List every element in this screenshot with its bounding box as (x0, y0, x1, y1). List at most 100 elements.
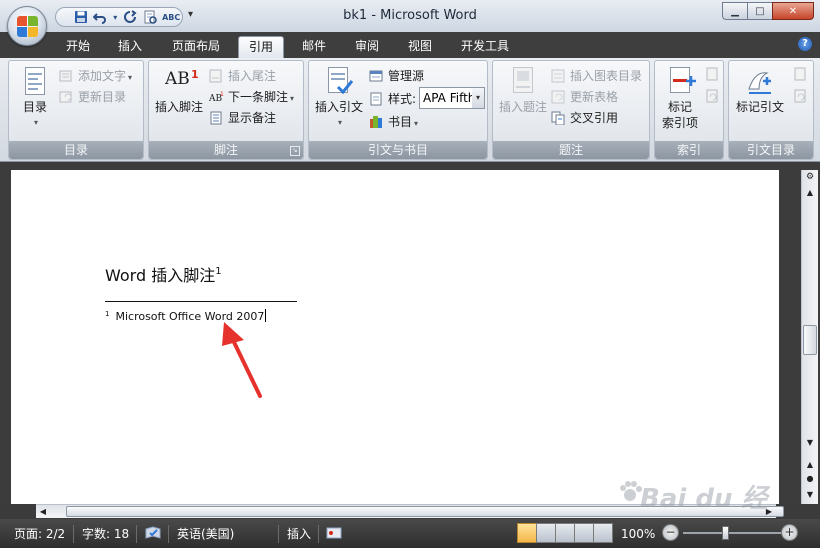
mark-entry-label-line2: 索引项 (661, 116, 698, 130)
toc-button[interactable]: 目录 ▾ (15, 65, 55, 131)
document-heading[interactable]: Word 插入脚注1 (105, 262, 222, 286)
scroll-left-icon[interactable]: ◀ (36, 505, 50, 519)
office-button[interactable] (7, 6, 47, 46)
proofing-book-icon (145, 526, 161, 539)
mark-entry-button[interactable]: 标记 索引项 (657, 65, 703, 131)
outline-view-button[interactable] (574, 523, 594, 543)
bibliography-button[interactable]: 书目 ▾ (369, 113, 418, 131)
authorities-small-tools (793, 67, 807, 127)
ruler-toggle-icon[interactable]: ⚙ (802, 170, 818, 184)
zoom-out-button[interactable]: − (662, 524, 679, 541)
cross-reference-label: 交叉引用 (570, 111, 619, 125)
window-title: bk1 - Microsoft Word (343, 8, 477, 23)
help-icon[interactable]: ? (798, 37, 812, 51)
next-footnote-label: 下一条脚注 (228, 90, 289, 104)
dialog-launcher-icon[interactable]: ↘ (290, 146, 300, 156)
tab-home[interactable]: 开始 (60, 36, 96, 58)
scroll-right-icon[interactable]: ▶ (762, 505, 776, 519)
insert-caption-label: 插入题注 (498, 100, 547, 114)
zoom-slider-track[interactable] (683, 532, 781, 534)
footnotes-group: AB 1 插入脚注 插入尾注 AB 1 下一条脚注 ▾ 显示备注 脚注 ↘ (148, 60, 304, 160)
vertical-scrollbar[interactable]: ⚙ ▲ ▼ ▲ ● ▼ (801, 170, 818, 504)
show-notes-label: 显示备注 (228, 111, 277, 125)
insert-endnote-button[interactable]: 插入尾注 (209, 67, 276, 85)
mark-citation-button[interactable]: 标记引文 (731, 65, 789, 115)
web-layout-view-button[interactable] (555, 523, 575, 543)
tab-references[interactable]: 引用 (238, 36, 284, 58)
proofing-icon[interactable] (144, 525, 162, 543)
ribbon: 目录 ▾ 添加文字 ▾ 更新目录 目录 AB 1 插入脚注 插入尾注 AB 1 下一… (0, 58, 820, 162)
tab-developer[interactable]: 开发工具 (454, 36, 516, 58)
scroll-up-icon[interactable]: ▲ (802, 186, 818, 200)
style-dropdown[interactable]: APA Fifth ▾ (419, 87, 485, 109)
heading-text: Word 插入脚注 (105, 266, 216, 285)
page-indicator[interactable]: 页面: 2/2 (14, 525, 65, 543)
insert-footnote-button[interactable]: AB 1 插入脚注 (151, 65, 207, 115)
insert-caption-icon (508, 65, 538, 97)
insert-mode-indicator[interactable]: 插入 (287, 525, 311, 543)
tab-mailings[interactable]: 邮件 (296, 36, 332, 58)
show-notes-button[interactable]: 显示备注 (209, 109, 276, 127)
full-screen-reading-view-button[interactable] (536, 523, 556, 543)
tab-review[interactable]: 审阅 (349, 36, 385, 58)
toc-group: 目录 ▾ 添加文字 ▾ 更新目录 目录 (8, 60, 144, 160)
language-indicator[interactable]: 英语(美国) (177, 525, 234, 543)
next-page-icon[interactable]: ▼ (802, 488, 818, 502)
vertical-scroll-thumb[interactable] (803, 325, 817, 355)
update-toc-button[interactable]: 更新目录 (59, 88, 126, 106)
update-table-button[interactable]: 更新表格 (551, 88, 618, 106)
chevron-down-icon: ▾ (337, 118, 342, 127)
manage-sources-label: 管理源 (388, 69, 425, 83)
show-notes-icon (210, 111, 222, 125)
footnote-separator (105, 301, 297, 302)
footnotes-group-label: 脚注 (149, 141, 303, 159)
style-label: 样式: (388, 92, 417, 106)
previous-page-icon[interactable]: ▲ (802, 458, 818, 472)
scroll-down-icon[interactable]: ▼ (802, 436, 818, 450)
mark-entry-label-line1: 标记 (667, 100, 692, 114)
mark-citation-icon (745, 65, 775, 97)
next-footnote-icon: AB1 (209, 91, 224, 104)
update-authorities-icon[interactable] (793, 89, 807, 103)
zoom-slider-thumb[interactable] (722, 526, 729, 540)
horizontal-scroll-thumb[interactable] (66, 506, 784, 517)
close-button[interactable]: ✕ (772, 2, 814, 20)
minimize-button[interactable]: ▁ (722, 2, 748, 20)
maximize-button[interactable]: □ (747, 2, 773, 20)
tab-insert[interactable]: 插入 (112, 36, 148, 58)
insert-table-of-figures-button[interactable]: 插入图表目录 (551, 67, 642, 85)
add-text-icon (59, 70, 72, 82)
insert-citation-button[interactable]: 插入引文 ▾ (311, 65, 367, 131)
manage-sources-button[interactable]: 管理源 (369, 67, 424, 85)
cross-reference-icon (551, 111, 565, 125)
tab-view[interactable]: 视图 (402, 36, 438, 58)
horizontal-scrollbar[interactable]: ◀ ▶ (36, 504, 784, 519)
bibliography-icon (370, 116, 382, 128)
footnote-reference-mark[interactable]: 1 (215, 266, 221, 277)
add-text-button[interactable]: 添加文字 ▾ (59, 67, 132, 85)
style-dropdown-value: APA Fifth (423, 91, 476, 105)
update-index-icon[interactable] (705, 89, 719, 103)
draft-view-button[interactable] (593, 523, 613, 543)
insert-caption-button[interactable]: 插入题注 (495, 65, 551, 115)
zoom-level[interactable]: 100% (621, 525, 655, 543)
citations-group-label: 引文与书目 (309, 141, 487, 159)
print-layout-view-button[interactable] (517, 523, 537, 543)
browse-object-icon[interactable]: ● (802, 472, 818, 486)
next-footnote-button[interactable]: AB 1 下一条脚注 ▾ (209, 88, 294, 106)
update-table-icon (551, 90, 565, 104)
toc-group-label: 目录 (9, 141, 143, 159)
office-logo-icon (17, 16, 38, 37)
chevron-down-icon[interactable]: ▾ (472, 88, 484, 108)
index-group: 标记 索引项 索引 (654, 60, 724, 160)
word-count[interactable]: 字数: 18 (82, 525, 129, 543)
insert-index-icon[interactable] (705, 67, 719, 81)
cross-reference-button[interactable]: 交叉引用 (551, 109, 618, 127)
macro-record-icon[interactable] (326, 525, 342, 543)
document-page[interactable]: Word 插入脚注1 1 Microsoft Office Word 2007 (11, 170, 779, 504)
document-area: Word 插入脚注1 1 Microsoft Office Word 2007 ⚙… (0, 162, 820, 504)
zoom-in-button[interactable]: + (781, 524, 798, 541)
tab-page-layout[interactable]: 页面布局 (166, 36, 226, 58)
insert-authorities-icon[interactable] (793, 67, 807, 81)
toc-button-label: 目录 (22, 100, 47, 114)
